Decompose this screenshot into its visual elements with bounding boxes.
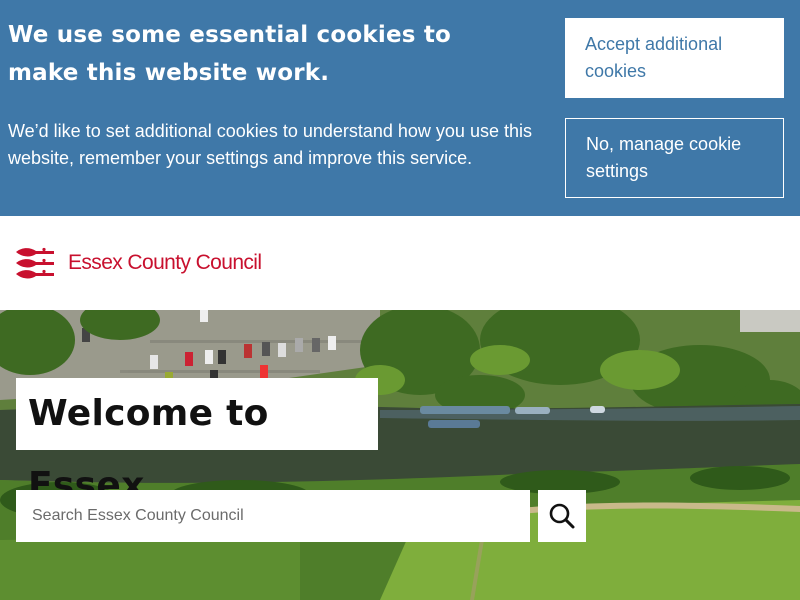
search-button[interactable] xyxy=(538,490,586,542)
accept-cookies-button[interactable]: Accept additional cookies xyxy=(565,18,784,98)
cookie-heading: We use some essential cookies to make th… xyxy=(8,22,452,86)
cookie-description: We’d like to set additional cookies to u… xyxy=(8,121,532,168)
logo-text: Essex County Council xyxy=(68,251,262,274)
cookie-banner: We use some essential cookies to make th… xyxy=(0,0,800,216)
three-seaxes-icon xyxy=(16,247,54,279)
search-input[interactable] xyxy=(16,490,530,542)
manage-cookies-button[interactable]: No, manage cookie settings xyxy=(565,118,784,198)
search-icon xyxy=(549,503,575,529)
hero-title-box: Welcome to Essex xyxy=(16,378,378,506)
site-logo-link[interactable]: Essex County Council xyxy=(14,245,262,281)
